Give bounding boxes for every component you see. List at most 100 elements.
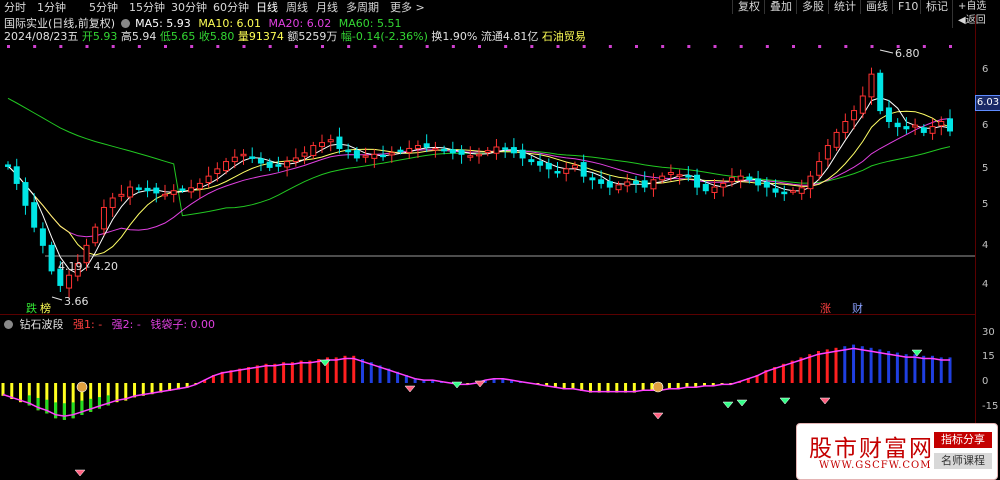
candle-body (92, 226, 99, 244)
candle-body (179, 188, 186, 191)
diamond-signal-icon (474, 380, 486, 388)
course-badge[interactable]: 名师课程 (934, 453, 992, 469)
signal-marker (608, 45, 612, 48)
candle-body (353, 150, 360, 159)
candle-body (118, 193, 125, 197)
candle-body (127, 186, 134, 198)
candle-body (502, 147, 509, 150)
signal-marker (190, 45, 194, 48)
candle-body (816, 161, 823, 176)
signal-marker (504, 45, 508, 48)
candle-body (257, 158, 264, 164)
candle-body (807, 175, 814, 190)
candle-body (624, 181, 631, 187)
candle-body (920, 127, 927, 133)
signal-marker (949, 45, 952, 48)
signal-marker (137, 45, 141, 48)
candle-body (563, 168, 570, 174)
indicator-param-1: 强1: - (73, 318, 103, 331)
candle-body (824, 145, 831, 160)
candle-body (406, 147, 413, 153)
candle-body (327, 139, 334, 143)
candle-body (205, 175, 212, 184)
candle-body (48, 244, 55, 272)
candle-body (728, 177, 735, 183)
candle-body (615, 184, 622, 191)
candle-body (397, 149, 404, 153)
candle-body (476, 153, 482, 157)
candle-body (851, 110, 858, 121)
indicator-axis-tick: 0 (982, 376, 989, 387)
candle-body (720, 182, 727, 188)
candle-body (301, 152, 308, 157)
share-badge[interactable]: 指标分享 (934, 432, 992, 448)
price-axis-tick: 6 (982, 120, 989, 131)
candle-body (319, 142, 325, 147)
price-axis-tick: 4 (982, 240, 989, 251)
candle-body (345, 149, 352, 153)
panel-divider (0, 314, 975, 315)
candle-body (598, 179, 605, 184)
candle-body (589, 177, 596, 181)
signal-marker (451, 45, 455, 48)
candle-body (685, 175, 692, 178)
signal-marker (765, 45, 769, 48)
candle-body (432, 147, 439, 151)
high-price-label: 6.80 (895, 47, 920, 60)
candle-body (240, 153, 247, 157)
candle-body (903, 126, 910, 130)
signal-marker (530, 45, 534, 48)
price-axis-divider (975, 15, 976, 478)
candle-body (100, 206, 107, 230)
candle-body (458, 149, 465, 155)
signal-marker (792, 45, 795, 48)
signal-marker (556, 45, 560, 48)
candle-body (249, 156, 256, 159)
diamond-signal-icon (652, 412, 664, 420)
signal-marker (321, 45, 324, 48)
signal-marker (399, 45, 403, 48)
signal-marker (216, 45, 220, 48)
candle-body (755, 178, 762, 186)
indicator-name: 钻石波段 (19, 318, 64, 331)
watermark-title: 股市财富网 (809, 436, 934, 462)
candle-body (388, 152, 395, 156)
candle-body (859, 95, 866, 114)
signal-marker (111, 45, 115, 48)
candle-body (371, 153, 378, 159)
candle-body (772, 188, 779, 193)
high-price-pointer (879, 49, 894, 54)
indicator-axis-tick: -15 (982, 401, 999, 412)
range-label: 4.19 - 4.20 (58, 260, 118, 273)
signal-marker (33, 45, 37, 48)
dropdown-icon[interactable] (4, 320, 13, 329)
signal-marker (713, 45, 717, 48)
candle-body (5, 164, 11, 167)
signal-marker (294, 45, 298, 48)
signal-marker (870, 45, 874, 48)
indicator-info-line: 钻石波段 强1: - 强2: - 钱袋子: 0.00 (4, 318, 215, 332)
kline-chart[interactable]: 6.803.664.19 - 4.20跌榜涨财 (0, 0, 1000, 478)
signal-marker (635, 45, 638, 48)
candle-body (153, 187, 160, 194)
signal-marker (268, 45, 272, 48)
signal-marker (687, 45, 691, 48)
candle-body (109, 197, 116, 208)
candle-body (894, 122, 901, 128)
candle-body (414, 145, 421, 149)
candle-body (650, 179, 657, 190)
candle-body (170, 190, 177, 195)
candle-body (711, 186, 718, 193)
diamond-signal-icon (736, 399, 748, 407)
signal-marker (478, 45, 481, 48)
signal-marker (164, 45, 167, 48)
candle-body (877, 72, 884, 112)
signal-marker (739, 45, 743, 48)
candle-body (484, 150, 491, 154)
signal-marker (582, 45, 586, 48)
signal-marker (59, 45, 63, 48)
indicator-axis-tick: 15 (982, 351, 995, 362)
candle-body (528, 159, 535, 163)
candle-body (790, 190, 796, 193)
price-axis-tick: 4 (982, 279, 989, 290)
